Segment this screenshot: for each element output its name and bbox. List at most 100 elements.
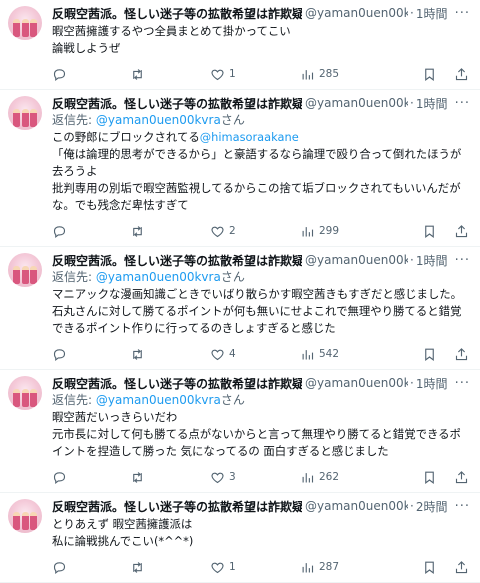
avatar[interactable] bbox=[8, 96, 42, 130]
tweet-text: 暇空茜だいっきらいだわ 元市長に対して何も勝てる点がないからと言って無理やり勝て… bbox=[52, 410, 461, 458]
display-name[interactable]: 反暇空茜派。怪しい迷子等の拡散希望は詐欺疑惑濃厚 bbox=[52, 498, 302, 515]
like-button[interactable]: 1 bbox=[210, 560, 300, 575]
tweet-actions: 2 299 bbox=[52, 216, 470, 246]
view-count: 285 bbox=[319, 68, 340, 80]
views-icon bbox=[302, 69, 314, 79]
like-button[interactable]: 4 bbox=[210, 347, 300, 362]
views-button[interactable]: 287 bbox=[300, 560, 400, 575]
more-options-icon[interactable]: ··· bbox=[455, 499, 470, 514]
retweet-button[interactable] bbox=[130, 470, 210, 485]
reply-mention-link[interactable]: @yaman0uen00kvra bbox=[96, 270, 221, 284]
reply-button[interactable] bbox=[52, 67, 130, 82]
bookmark-icon bbox=[425, 348, 434, 361]
tweet-actions: 3 262 bbox=[52, 462, 470, 492]
timestamp[interactable]: 1時間 bbox=[416, 95, 448, 112]
avatar[interactable] bbox=[8, 499, 42, 533]
like-count: 4 bbox=[229, 348, 236, 360]
user-handle[interactable]: @yaman0uen00kvra bbox=[305, 499, 408, 513]
more-options-icon[interactable]: ··· bbox=[455, 376, 470, 391]
reply-button[interactable] bbox=[52, 224, 130, 239]
tweet-header: 反暇空茜派。怪しい迷子等の拡散希望は詐欺疑惑濃厚 @yaman0uen00kvr… bbox=[52, 251, 470, 269]
separator-dot: · bbox=[410, 499, 414, 513]
mention-link[interactable]: @himasoraakane bbox=[200, 130, 299, 144]
reply-prefix: 返信先: bbox=[52, 270, 96, 284]
more-options-icon[interactable]: ··· bbox=[455, 96, 470, 111]
bookmark-button[interactable] bbox=[422, 470, 442, 485]
reply-button[interactable] bbox=[52, 470, 130, 485]
more-options-icon[interactable]: ··· bbox=[455, 6, 470, 21]
views-button[interactable]: 285 bbox=[300, 67, 400, 82]
separator-dot: · bbox=[410, 253, 414, 267]
share-button[interactable] bbox=[454, 470, 470, 485]
timestamp[interactable]: 2時間 bbox=[416, 498, 448, 515]
timestamp[interactable]: 1時間 bbox=[416, 252, 448, 269]
like-icon bbox=[211, 69, 224, 80]
tweet[interactable]: 反暇空茜派。怪しい迷子等の拡散希望は詐欺疑惑濃厚 @yaman0uen00kvr… bbox=[0, 370, 480, 493]
bookmark-button[interactable] bbox=[422, 560, 442, 575]
tweet[interactable]: 反暇空茜派。怪しい迷子等の拡散希望は詐欺疑惑濃厚 @yaman0uen00kvr… bbox=[0, 0, 480, 90]
tweet[interactable]: 反暇空茜派。怪しい迷子等の拡散希望は詐欺疑惑濃厚 @yaman0uen00kvr… bbox=[0, 247, 480, 370]
display-name[interactable]: 反暇空茜派。怪しい迷子等の拡散希望は詐欺疑惑濃厚 bbox=[52, 252, 302, 269]
like-icon bbox=[211, 226, 224, 237]
share-button[interactable] bbox=[454, 224, 470, 239]
like-count: 2 bbox=[229, 225, 236, 237]
reply-mention-link[interactable]: @yaman0uen00kvra bbox=[96, 393, 221, 407]
tweet-actions: 1 287 bbox=[52, 552, 470, 582]
retweet-icon bbox=[133, 471, 142, 483]
avatar[interactable] bbox=[8, 253, 42, 287]
retweet-button[interactable] bbox=[130, 347, 210, 362]
share-button[interactable] bbox=[454, 560, 470, 575]
like-icon bbox=[211, 349, 224, 360]
reply-prefix: 返信先: bbox=[52, 393, 96, 407]
views-button[interactable]: 262 bbox=[300, 470, 400, 485]
like-button[interactable]: 2 bbox=[210, 224, 300, 239]
bookmark-icon bbox=[425, 471, 434, 484]
retweet-icon bbox=[133, 68, 142, 80]
tweet[interactable]: 反暇空茜派。怪しい迷子等の拡散希望は詐欺疑惑濃厚 @yaman0uen00kvr… bbox=[0, 90, 480, 247]
display-name[interactable]: 反暇空茜派。怪しい迷子等の拡散希望は詐欺疑惑濃厚 bbox=[52, 5, 302, 22]
reply-suffix: さん bbox=[220, 270, 245, 284]
retweet-icon bbox=[133, 561, 142, 573]
share-button[interactable] bbox=[454, 347, 470, 362]
reply-button[interactable] bbox=[52, 347, 130, 362]
tweet-actions: 1 285 bbox=[52, 59, 470, 89]
tweet-text: 暇空茜擁護するやつ全員まとめて掛かってこい 論戦しようぜ bbox=[52, 24, 291, 55]
views-button[interactable]: 299 bbox=[300, 224, 400, 239]
reply-suffix: さん bbox=[220, 113, 245, 127]
tweet-actions: 4 542 bbox=[52, 339, 470, 369]
like-button[interactable]: 3 bbox=[210, 470, 300, 485]
retweet-icon bbox=[133, 225, 142, 237]
avatar[interactable] bbox=[8, 6, 42, 40]
user-handle[interactable]: @yaman0uen00kvra bbox=[305, 253, 408, 267]
tweet-header: 反暇空茜派。怪しい迷子等の拡散希望は詐欺疑惑濃厚 @yaman0uen00kvr… bbox=[52, 497, 470, 515]
reply-suffix: さん bbox=[220, 393, 245, 407]
share-icon bbox=[455, 224, 468, 237]
like-count: 3 bbox=[229, 471, 236, 483]
display-name[interactable]: 反暇空茜派。怪しい迷子等の拡散希望は詐欺疑惑濃厚 bbox=[52, 375, 302, 392]
like-button[interactable]: 1 bbox=[210, 67, 300, 82]
display-name[interactable]: 反暇空茜派。怪しい迷子等の拡散希望は詐欺疑惑濃厚 bbox=[52, 95, 302, 112]
user-handle[interactable]: @yaman0uen00kvra bbox=[305, 376, 408, 390]
retweet-button[interactable] bbox=[130, 560, 210, 575]
timestamp[interactable]: 1時間 bbox=[416, 375, 448, 392]
retweet-button[interactable] bbox=[130, 224, 210, 239]
reply-mention-link[interactable]: @yaman0uen00kvra bbox=[96, 113, 221, 127]
view-count: 262 bbox=[319, 471, 340, 483]
retweet-button[interactable] bbox=[130, 67, 210, 82]
timestamp[interactable]: 1時間 bbox=[416, 5, 448, 22]
view-count: 542 bbox=[319, 348, 340, 360]
avatar[interactable] bbox=[8, 376, 42, 410]
reply-button[interactable] bbox=[52, 560, 130, 575]
user-handle[interactable]: @yaman0uen00kvra bbox=[305, 6, 408, 20]
like-count: 1 bbox=[229, 561, 236, 573]
share-button[interactable] bbox=[454, 67, 470, 82]
tweet-header: 反暇空茜派。怪しい迷子等の拡散希望は詐欺疑惑濃厚 @yaman0uen00kvr… bbox=[52, 4, 470, 22]
bookmark-button[interactable] bbox=[422, 347, 442, 362]
bookmark-button[interactable] bbox=[422, 224, 442, 239]
reply-icon bbox=[53, 68, 66, 81]
user-handle[interactable]: @yaman0uen00kvra bbox=[305, 96, 408, 110]
views-button[interactable]: 542 bbox=[300, 347, 400, 362]
tweet[interactable]: 反暇空茜派。怪しい迷子等の拡散希望は詐欺疑惑濃厚 @yaman0uen00kvr… bbox=[0, 493, 480, 583]
bookmark-button[interactable] bbox=[422, 67, 442, 82]
more-options-icon[interactable]: ··· bbox=[455, 253, 470, 268]
